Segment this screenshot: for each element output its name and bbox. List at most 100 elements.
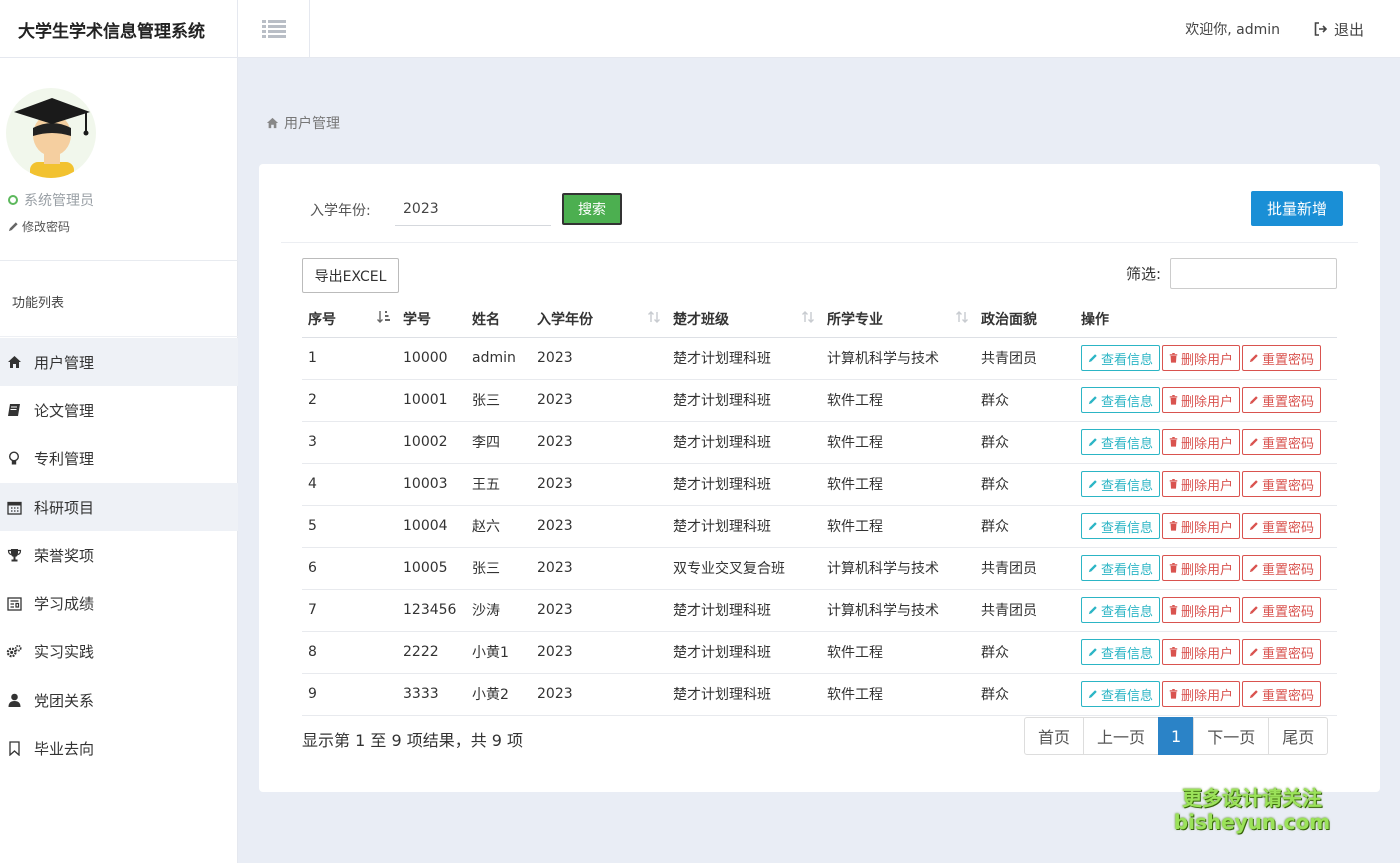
delete-user-button[interactable]: 删除用户 [1162,555,1241,581]
delete-user-button[interactable]: 删除用户 [1162,471,1241,497]
pencil-icon [1088,438,1097,447]
export-excel-button[interactable]: 导出EXCEL [302,258,399,293]
column-header[interactable]: 序号 [302,301,397,338]
logout-button[interactable]: 退出 [1314,0,1364,58]
view-info-button[interactable]: 查看信息 [1081,639,1161,665]
breadcrumb-label: 用户管理 [284,116,340,132]
action-label: 删除用户 [1181,562,1234,578]
logout-label: 退出 [1333,20,1364,39]
cell-major: 计算机科学与技术 [821,337,975,380]
column-header[interactable]: 所学专业 [821,301,975,338]
sidebar-item-honors[interactable]: 荣誉奖项 [0,531,238,579]
delete-user-button[interactable]: 删除用户 [1162,387,1241,413]
table-row: 1 10000 admin 2023 楚才计划理科班 计算机科学与技术 共青团员 查看信息 删除… [302,337,1337,380]
cell-enroll-year: 2023 [531,547,667,590]
action-label: 删除用户 [1181,436,1234,452]
cell-class: 楚才计划理科班 [667,505,821,548]
cell-actions: 查看信息 删除用户 重置密码 [1075,379,1337,422]
pencil-icon [1088,648,1097,657]
delete-user-button[interactable]: 删除用户 [1162,639,1241,665]
filter-input[interactable] [1170,258,1337,289]
next-page-button[interactable]: 下一页 [1193,717,1270,755]
enrollment-year-input[interactable] [395,192,551,226]
delete-user-button[interactable]: 删除用户 [1162,681,1241,707]
reset-password-button[interactable]: 重置密码 [1242,555,1322,581]
sidebar-item-research-projects[interactable]: 科研项目 [0,482,238,532]
reset-password-button[interactable]: 重置密码 [1242,345,1322,371]
first-page-button[interactable]: 首页 [1024,717,1085,755]
cell-actions: 查看信息 删除用户 重置密码 [1075,673,1337,716]
view-info-button[interactable]: 查看信息 [1081,597,1161,623]
last-page-button[interactable]: 尾页 [1268,717,1329,755]
action-label: 查看信息 [1101,394,1154,410]
cell-index: 8 [302,631,397,674]
view-info-button[interactable]: 查看信息 [1081,345,1161,371]
change-password-link[interactable]: 修改密码 [8,218,70,235]
reset-password-button[interactable]: 重置密码 [1242,387,1322,413]
sidebar-item-graduation[interactable]: 毕业去向 [0,724,238,772]
delete-user-button[interactable]: 删除用户 [1162,513,1241,539]
pencil-icon [1088,564,1097,573]
cell-political-status: 群众 [975,673,1075,716]
current-page-button[interactable]: 1 [1158,717,1195,755]
column-header-label: 操作 [1081,311,1109,328]
batch-add-button[interactable]: 批量新增 [1251,191,1343,226]
view-info-button[interactable]: 查看信息 [1081,555,1161,581]
view-info-button[interactable]: 查看信息 [1081,429,1161,455]
column-header[interactable]: 入学年份 [531,301,667,338]
action-label: 重置密码 [1262,604,1315,620]
reset-password-button[interactable]: 重置密码 [1242,597,1322,623]
cell-enroll-year: 2023 [531,589,667,632]
menu-toggle-button[interactable] [238,0,310,58]
cell-actions: 查看信息 删除用户 重置密码 [1075,463,1337,506]
action-label: 删除用户 [1181,688,1234,704]
trash-icon [1169,605,1178,615]
reset-password-button[interactable]: 重置密码 [1242,429,1322,455]
pencil-icon [1249,606,1258,615]
watermark-line: 更多设计请关注 [1182,786,1322,810]
column-header[interactable]: 楚才班级 [667,301,821,338]
reset-password-button[interactable]: 重置密码 [1242,681,1322,707]
reset-password-button[interactable]: 重置密码 [1242,639,1322,665]
prev-page-button[interactable]: 上一页 [1083,717,1160,755]
home-icon [266,117,279,129]
user-role: 系统管理员 [8,190,94,210]
action-label: 重置密码 [1262,520,1315,536]
sort-asc-icon [377,310,391,328]
view-info-button[interactable]: 查看信息 [1081,387,1161,413]
reset-password-button[interactable]: 重置密码 [1242,513,1322,539]
view-info-button[interactable]: 查看信息 [1081,681,1161,707]
table-row: 9 3333 小黄2 2023 楚才计划理科班 软件工程 群众 查看信息 删除用户 重置密码 [302,673,1337,716]
cell-name: 小黄2 [466,673,531,716]
sidebar-item-user-management[interactable]: 用户管理 [0,338,238,387]
table-row: 6 10005 张三 2023 双专业交叉复合班 计算机科学与技术 共青团员 查看信息 删除用户… [302,547,1337,590]
delete-user-button[interactable]: 删除用户 [1162,429,1241,455]
cell-index: 4 [302,463,397,506]
search-button[interactable]: 搜索 [562,193,622,225]
sidebar-item-label: 党团关系 [34,691,95,710]
delete-user-button[interactable]: 删除用户 [1162,597,1241,623]
breadcrumb: 用户管理 [266,113,340,133]
action-label: 删除用户 [1181,604,1234,620]
trash-icon [1169,437,1178,447]
delete-user-button[interactable]: 删除用户 [1162,345,1241,371]
sidebar-item-label: 荣誉奖项 [34,546,95,565]
sidebar-item-party-relations[interactable]: 党团关系 [0,676,238,724]
role-label: 系统管理员 [24,193,94,209]
view-info-button[interactable]: 查看信息 [1081,513,1161,539]
column-header-label: 政治面貌 [981,311,1037,328]
pencil-icon [1088,690,1097,699]
view-info-button[interactable]: 查看信息 [1081,471,1161,497]
sidebar-item-grades[interactable]: 学习成绩 [0,579,238,627]
pencil-icon [1249,648,1258,657]
pagination: 首页 上一页 1 下一页 尾页 [1024,717,1329,755]
sidebar-item-papers[interactable]: 论文管理 [0,386,238,434]
sidebar-item-internship[interactable]: 实习实践 [0,628,238,676]
cell-political-status: 共青团员 [975,589,1075,632]
sidebar-item-patents[interactable]: 专利管理 [0,435,238,483]
cell-major: 软件工程 [821,505,975,548]
sort-icon [647,310,661,328]
action-label: 删除用户 [1181,394,1234,410]
reset-password-button[interactable]: 重置密码 [1242,471,1322,497]
action-label: 查看信息 [1101,604,1154,620]
